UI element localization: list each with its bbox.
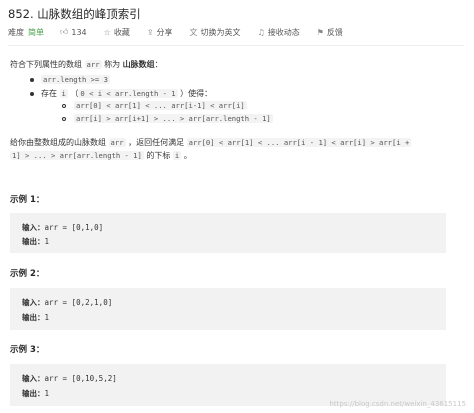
inline-code: arr[0] < arr[1] < ... arr[i - 1] < arr[i… bbox=[186, 138, 412, 147]
example-1-input: 输入：arr = [0,1,0] bbox=[22, 222, 103, 233]
bullet-text: （ bbox=[70, 89, 79, 98]
task-text: 的下标 bbox=[146, 151, 171, 160]
intro-text: ： bbox=[154, 60, 163, 69]
input-label: 输入： bbox=[22, 374, 45, 383]
example-1-box: 输入：arr = [0,1,0] 输出：1 bbox=[10, 213, 446, 253]
example-2-input: 输入：arr = [0,2,1,0] bbox=[22, 297, 112, 308]
favorite-button[interactable]: ☆ 收藏 bbox=[104, 27, 130, 38]
condition-bullet-1: arr.length >= 3 bbox=[30, 75, 110, 84]
output-value: 1 bbox=[44, 313, 50, 322]
feedback-label: 反馈 bbox=[326, 27, 343, 37]
input-value: arr = [0,1,0] bbox=[44, 223, 104, 232]
bullet-circle bbox=[62, 103, 66, 108]
like-count: 134 bbox=[71, 27, 87, 37]
task-text: 给你由整数组成的山脉数组 bbox=[10, 138, 106, 147]
share-icon: ⇪ bbox=[146, 27, 154, 37]
switch-language-button[interactable]: 文 切换为英文 bbox=[190, 27, 241, 38]
example-2-box: 输入：arr = [0,2,1,0] 输出：1 bbox=[10, 288, 446, 330]
inline-code: arr[0] < arr[1] < ... arr[i-1] < arr[i] bbox=[74, 101, 247, 110]
example-3-title: 示例 3： bbox=[10, 345, 45, 355]
header-divider bbox=[8, 45, 464, 46]
example-1-output: 输出：1 bbox=[22, 236, 49, 247]
inline-code: 1] > ... > arr[arr.length - 1] bbox=[10, 151, 144, 160]
notify-button[interactable]: ♫ 接收动态 bbox=[258, 27, 300, 38]
like-button[interactable]: 👍︎ 134 bbox=[60, 27, 87, 37]
problem-title: 852. 山脉数组的峰顶索引 bbox=[8, 7, 141, 21]
example-2-title: 示例 2： bbox=[10, 269, 45, 279]
output-label: 输出： bbox=[22, 389, 45, 398]
switch-language-label: 切换为英文 bbox=[200, 27, 241, 37]
intro-bold-term: 山脉数组 bbox=[122, 60, 155, 69]
bell-icon: ♫ bbox=[257, 27, 265, 37]
output-value: 1 bbox=[44, 237, 50, 246]
condition-sub-bullet-1: arr[0] < arr[1] < ... arr[i-1] < arr[i] bbox=[62, 101, 247, 110]
bullet-text: 存在 bbox=[41, 89, 57, 98]
output-label: 输出： bbox=[22, 313, 45, 322]
intro-text: 符合下列属性的数组 bbox=[10, 60, 82, 69]
output-value: 1 bbox=[44, 389, 50, 398]
intro-text: 称为 bbox=[104, 60, 121, 69]
bullet-dot bbox=[30, 91, 34, 96]
condition-sub-bullet-2: arr[i] > arr[i+1] > ... > arr[arr.length… bbox=[62, 114, 273, 123]
notify-label: 接收动态 bbox=[267, 27, 300, 37]
share-label: 分享 bbox=[156, 27, 173, 37]
task-text: 。 bbox=[183, 151, 192, 160]
output-label: 输出： bbox=[22, 237, 45, 246]
translate-icon: 文 bbox=[189, 27, 198, 37]
input-value: arr = [0,10,5,2] bbox=[44, 374, 117, 383]
example-3-output: 输出：1 bbox=[22, 388, 49, 399]
task-line-1: 给你由整数组成的山脉数组 arr ，返回任何满足 arr[0] < arr[1]… bbox=[10, 137, 412, 148]
thumbs-up-icon: 👍︎ bbox=[60, 27, 69, 36]
difficulty-badge: 简单 bbox=[28, 27, 44, 37]
inline-code: arr bbox=[84, 60, 102, 69]
bullet-text: ）使得： bbox=[180, 89, 213, 98]
inline-code: arr[i] > arr[i+1] > ... > arr[arr.length… bbox=[74, 114, 273, 123]
example-1-title: 示例 1： bbox=[10, 195, 45, 205]
difficulty-label: 难度 bbox=[8, 27, 24, 37]
task-text: ，返回任何满足 bbox=[128, 138, 185, 147]
condition-bullet-2: 存在 i （ 0 < i < arr.length - 1 ）使得： bbox=[30, 88, 212, 99]
example-3-input: 输入：arr = [0,10,5,2] bbox=[22, 373, 117, 384]
feedback-button[interactable]: ⚑ 反馈 bbox=[317, 27, 343, 38]
inline-code: i bbox=[59, 89, 68, 98]
example-2-output: 输出：1 bbox=[22, 312, 49, 323]
inline-code: arr bbox=[108, 138, 126, 147]
task-line-2: 1] > ... > arr[arr.length - 1] 的下标 i 。 bbox=[10, 150, 192, 161]
input-label: 输入： bbox=[22, 298, 45, 307]
bullet-dot bbox=[30, 77, 34, 82]
description-intro: 符合下列属性的数组 arr 称为 山脉数组： bbox=[10, 59, 163, 70]
inline-code: arr.length >= 3 bbox=[41, 75, 110, 84]
watermark: https://blog.csdn.net/weixin_43615115 bbox=[329, 400, 466, 408]
input-value: arr = [0,2,1,0] bbox=[44, 298, 113, 307]
inline-code: i bbox=[172, 151, 182, 160]
star-icon: ☆ bbox=[103, 27, 111, 37]
problem-meta-bar: 难度 简单 👍︎ 134 ☆ 收藏 ⇪ 分享 文 切换为英文 ♫ 接收动态 ⚑ … bbox=[8, 26, 360, 38]
share-button[interactable]: ⇪ 分享 bbox=[147, 27, 173, 38]
input-label: 输入： bbox=[22, 223, 45, 232]
inline-code: 0 < i < arr.length - 1 bbox=[78, 89, 178, 98]
flag-icon: ⚑ bbox=[316, 27, 324, 37]
favorite-label: 收藏 bbox=[113, 27, 130, 37]
bullet-circle bbox=[62, 116, 66, 121]
